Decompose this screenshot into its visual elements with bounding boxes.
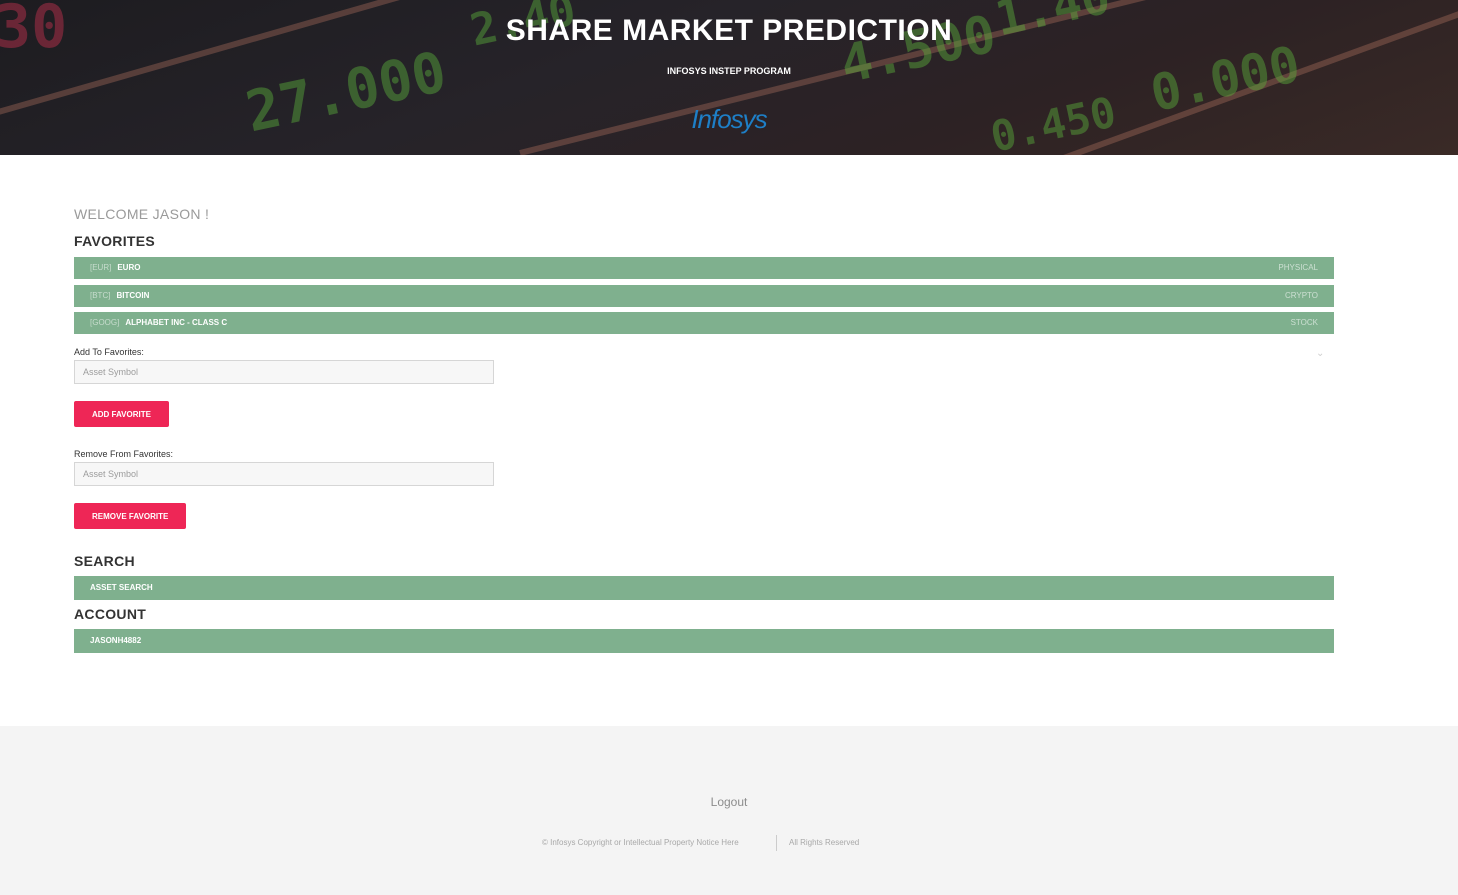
account-heading: ACCOUNT <box>74 606 147 622</box>
copyright-notice: © Infosys Copyright or Intellectual Prop… <box>542 838 739 847</box>
asset-search-bar[interactable]: ASSET SEARCH <box>74 576 1334 600</box>
page-title: SHARE MARKET PREDICTION <box>505 14 953 47</box>
page-footer: Logout © Infosys Copyright or Intellectu… <box>0 726 1458 895</box>
asset-type: STOCK <box>1290 318 1318 327</box>
rights-notice: All Rights Reserved <box>789 838 860 847</box>
infosys-logo: Infosys <box>691 104 767 134</box>
asset-symbol: [EUR] <box>90 263 112 272</box>
remove-favorite-input[interactable] <box>74 462 494 486</box>
asset-name: EURO <box>117 263 141 272</box>
hero-banner: 27.000 2.40 4.500 1.40 0.000 0.450 30 SH… <box>0 0 1458 155</box>
footer-divider <box>776 835 777 851</box>
asset-type: PHYSICAL <box>1278 263 1318 272</box>
search-heading: SEARCH <box>74 553 135 569</box>
account-bar[interactable]: JASONH4882 <box>74 629 1334 653</box>
favorites-heading: FAVORITES <box>74 233 156 249</box>
add-favorite-button[interactable]: ADD FAVORITE <box>74 401 169 427</box>
page-subtitle: INFOSYS INSTEP PROGRAM <box>667 66 791 76</box>
asset-name: ALPHABET INC - CLASS C <box>125 318 228 327</box>
favorite-item-eur[interactable]: [EUR] EURO PHYSICAL <box>74 257 1334 279</box>
remove-favorite-button[interactable]: REMOVE FAVORITE <box>74 503 187 529</box>
welcome-message: WELCOME JASON ! <box>74 206 210 222</box>
add-favorite-label: Add To Favorites: <box>74 347 144 357</box>
remove-favorite-label: Remove From Favorites: <box>74 449 174 459</box>
add-favorite-input[interactable] <box>74 360 494 384</box>
asset-type: CRYPTO <box>1284 291 1318 300</box>
asset-symbol: [GOOG] <box>90 318 120 327</box>
favorite-item-goog[interactable]: [GOOG] ALPHABET INC - CLASS C STOCK <box>74 312 1334 334</box>
asset-name: BITCOIN <box>116 291 150 300</box>
chevron-down-icon: ⌄ <box>1316 348 1325 359</box>
favorite-item-btc[interactable]: [BTC] BITCOIN CRYPTO <box>74 285 1334 307</box>
logout-link[interactable]: Logout <box>0 795 1458 809</box>
asset-symbol: [BTC] <box>90 291 111 300</box>
